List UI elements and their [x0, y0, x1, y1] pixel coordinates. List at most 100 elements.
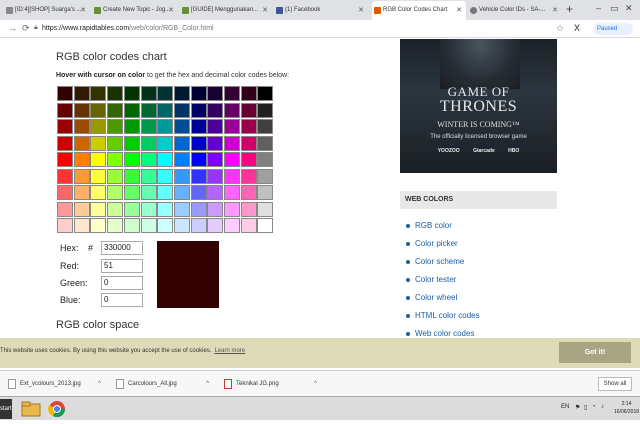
color-cell[interactable] — [257, 152, 274, 167]
color-cell[interactable] — [207, 168, 224, 184]
color-cell[interactable] — [207, 218, 224, 233]
color-cell[interactable] — [173, 168, 190, 184]
chrome-icon[interactable] — [46, 399, 68, 419]
color-cell[interactable] — [257, 119, 274, 134]
color-cell[interactable] — [224, 201, 240, 217]
color-cell[interactable] — [224, 185, 240, 200]
color-cell[interactable] — [107, 201, 124, 217]
color-cell[interactable] — [57, 218, 73, 233]
color-cell[interactable] — [140, 218, 157, 233]
reload-icon[interactable]: ⟳ — [22, 23, 30, 34]
color-cell[interactable] — [57, 152, 73, 167]
color-cell[interactable] — [224, 135, 240, 151]
color-cell[interactable] — [240, 86, 257, 101]
color-cell[interactable] — [173, 135, 190, 151]
color-cell[interactable] — [107, 168, 124, 184]
browser-tab-active[interactable]: RGB Color Codes Chart ✕ — [372, 1, 466, 20]
color-cell[interactable] — [107, 102, 124, 118]
color-cell[interactable] — [107, 119, 124, 134]
show-all-button[interactable]: Show all — [598, 377, 632, 391]
color-cell[interactable] — [57, 135, 73, 151]
color-cell[interactable] — [107, 86, 124, 101]
color-cell[interactable] — [57, 168, 73, 184]
maximize-icon[interactable]: ▭ — [610, 3, 619, 14]
color-cell[interactable] — [190, 185, 207, 200]
battery-icon[interactable]: ▯ — [584, 404, 587, 411]
sidebar-link-color-scheme[interactable]: Color scheme — [405, 255, 555, 273]
color-cell[interactable] — [190, 119, 207, 134]
blue-input[interactable]: 0 — [101, 293, 143, 307]
color-cell[interactable] — [207, 152, 224, 167]
color-cell[interactable] — [73, 201, 90, 217]
color-cell[interactable] — [57, 86, 73, 101]
color-cell[interactable] — [207, 86, 224, 101]
color-cell[interactable] — [57, 185, 73, 200]
start-button[interactable]: start — [0, 399, 12, 419]
minimize-icon[interactable]: – — [596, 3, 601, 13]
red-input[interactable]: 51 — [101, 259, 143, 273]
file-explorer-icon[interactable] — [20, 399, 42, 419]
color-cell[interactable] — [107, 218, 124, 233]
browser-tab[interactable]: Vehicle Color IDs - SA-... ✕ — [468, 1, 562, 20]
forward-icon[interactable]: → — [8, 23, 17, 33]
sidebar-link-html-color-codes[interactable]: HTML color codes — [405, 309, 555, 327]
color-cell[interactable] — [123, 201, 140, 217]
color-cell[interactable] — [73, 218, 90, 233]
color-cell[interactable] — [207, 185, 224, 200]
color-cell[interactable] — [173, 185, 190, 200]
address-bar[interactable]: https://www.rapidtables.com/web/color/RG… — [42, 22, 552, 36]
color-cell[interactable] — [240, 201, 257, 217]
color-cell[interactable] — [224, 168, 240, 184]
color-cell[interactable] — [207, 201, 224, 217]
color-cell[interactable] — [57, 102, 73, 118]
flag-icon[interactable]: ⚑ — [575, 404, 580, 411]
color-cell[interactable] — [157, 218, 174, 233]
color-cell[interactable] — [123, 218, 140, 233]
sidebar-link-color-picker[interactable]: Color picker — [405, 237, 555, 255]
color-cell[interactable] — [73, 168, 90, 184]
color-cell[interactable] — [224, 152, 240, 167]
color-cell[interactable] — [73, 119, 90, 134]
color-cell[interactable] — [157, 102, 174, 118]
color-cell[interactable] — [173, 119, 190, 134]
color-cell[interactable] — [90, 102, 107, 118]
color-cell[interactable] — [73, 185, 90, 200]
color-cell[interactable] — [57, 119, 73, 134]
color-cell[interactable] — [240, 218, 257, 233]
color-cell[interactable] — [257, 218, 274, 233]
hex-input[interactable]: 330000 — [101, 241, 143, 255]
color-cell[interactable] — [140, 102, 157, 118]
download-item[interactable]: Teknikal JG.png ^ — [222, 376, 317, 392]
color-cell[interactable] — [157, 152, 174, 167]
close-tab-icon[interactable]: ✕ — [358, 1, 364, 20]
advertisement-banner[interactable]: GAME OF THRONES WINTER IS COMING™ The of… — [400, 39, 557, 173]
color-cell[interactable] — [140, 86, 157, 101]
color-cell[interactable] — [173, 152, 190, 167]
color-cell[interactable] — [190, 152, 207, 167]
color-cell[interactable] — [190, 201, 207, 217]
color-cell[interactable] — [207, 135, 224, 151]
color-cell[interactable] — [207, 119, 224, 134]
got-it-button[interactable]: Got it! — [559, 342, 631, 363]
color-cell[interactable] — [157, 168, 174, 184]
color-cell[interactable] — [240, 119, 257, 134]
color-cell[interactable] — [140, 119, 157, 134]
language-indicator[interactable]: EN — [561, 404, 569, 410]
color-cell[interactable] — [224, 102, 240, 118]
chevron-up-icon[interactable]: ^ — [98, 376, 101, 392]
color-cell[interactable] — [240, 185, 257, 200]
color-cell[interactable] — [224, 119, 240, 134]
browser-tab[interactable]: (1) Facebook ✕ — [274, 1, 368, 20]
color-cell[interactable] — [240, 102, 257, 118]
color-cell[interactable] — [157, 86, 174, 101]
color-cell[interactable] — [123, 102, 140, 118]
color-cell[interactable] — [240, 152, 257, 167]
close-tab-icon[interactable]: ✕ — [80, 1, 86, 20]
sidebar-link-rgb-color[interactable]: RGB color — [405, 219, 555, 237]
browser-tab[interactable]: [GUIDE] Menggunakan... ✕ — [180, 1, 272, 20]
star-icon[interactable]: ☆ — [556, 23, 564, 34]
color-cell[interactable] — [57, 201, 73, 217]
color-cell[interactable] — [90, 201, 107, 217]
color-cell[interactable] — [173, 201, 190, 217]
color-cell[interactable] — [257, 185, 274, 200]
